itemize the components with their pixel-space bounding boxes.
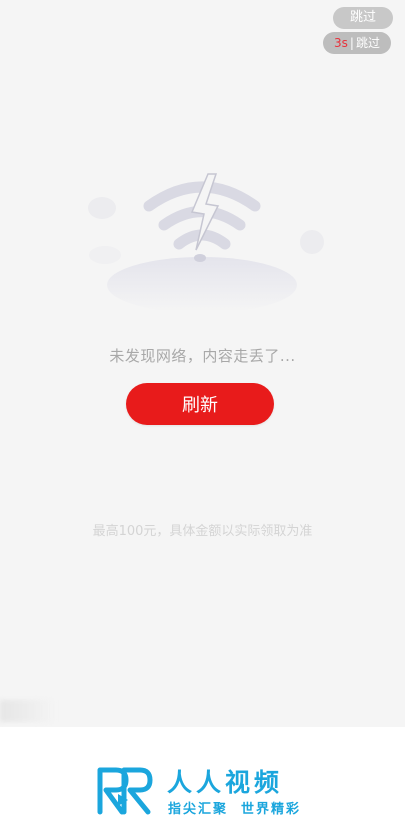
countdown-separator: | xyxy=(349,36,354,50)
skip-button[interactable]: 跳过 xyxy=(333,7,393,29)
countdown-skip-label: 跳过 xyxy=(355,36,380,50)
rr-logo-icon xyxy=(97,767,153,815)
brand-footer: 人人视频 指尖汇聚 世界精彩 xyxy=(0,727,405,825)
brand-name: 人人视频 xyxy=(167,768,284,797)
reward-note: 最高100元，具体金额以实际领取为准 xyxy=(92,524,313,539)
network-error-message: 未发现网络，内容走丢了... xyxy=(109,347,296,365)
countdown-seconds: 3s xyxy=(334,36,348,50)
refresh-button[interactable]: 刷新 xyxy=(126,383,274,425)
brand-slogan: 指尖汇聚 世界精彩 xyxy=(168,802,302,817)
no-network-wifi-icon xyxy=(88,173,324,310)
countdown-skip-button[interactable]: 3s | 跳过 xyxy=(323,32,391,54)
blurred-watermark xyxy=(0,700,55,722)
